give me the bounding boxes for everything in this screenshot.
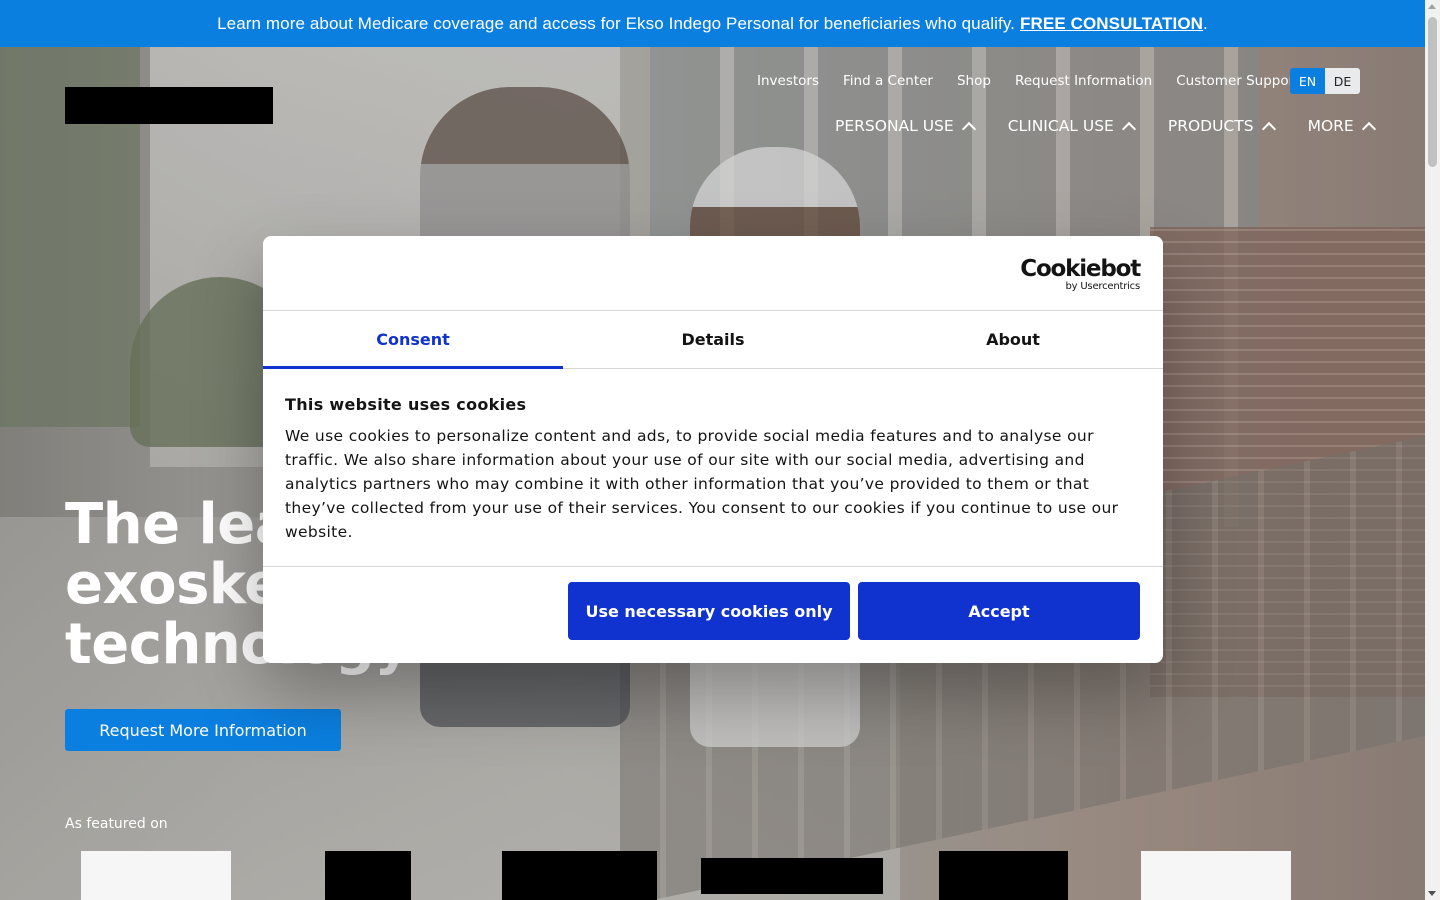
chevron-up-icon (961, 121, 976, 137)
cookiebot-brand: Cookiebot (1020, 256, 1141, 282)
accept-button[interactable]: Accept (858, 582, 1140, 640)
featured-logo (701, 858, 883, 894)
dialog-description: We use cookies to personalize content an… (285, 427, 1119, 541)
nav-more[interactable]: MORE (1307, 117, 1376, 137)
language-de-button[interactable]: DE (1325, 68, 1360, 94)
featured-logo (1141, 851, 1291, 900)
nav-personal-use[interactable]: PERSONAL USE (835, 117, 976, 137)
site-logo[interactable] (65, 87, 273, 124)
chevron-up-icon (1361, 121, 1376, 137)
featured-logo (502, 851, 657, 900)
nav-products-label: PRODUCTS (1167, 117, 1254, 135)
dialog-body: This website uses cookies We use cookies… (263, 369, 1163, 567)
free-consultation-link[interactable]: FREE CONSULTATION (1020, 14, 1203, 34)
announcement-text: Learn more about Medicare coverage and a… (217, 13, 1016, 33)
page-scrollbar[interactable] (1425, 0, 1440, 900)
featured-logo (81, 851, 231, 900)
utility-link-customer-support[interactable]: Customer Support (1176, 73, 1299, 89)
announcement-suffix: . (1203, 13, 1208, 33)
cookiebot-logo: Cookiebot by Usercentrics (1020, 256, 1141, 293)
dialog-header: Cookiebot by Usercentrics (263, 236, 1163, 311)
dialog-title: This website uses cookies (285, 395, 527, 414)
cookie-consent-dialog: Cookiebot by Usercentrics Consent Detail… (263, 236, 1163, 663)
use-necessary-cookies-button[interactable]: Use necessary cookies only (568, 582, 850, 640)
utility-nav: Investors Find a Center Shop Request Inf… (745, 70, 1311, 92)
featured-logo (325, 851, 411, 900)
chevron-up-icon (1121, 121, 1136, 137)
utility-link-investors[interactable]: Investors (757, 73, 819, 89)
tab-details[interactable]: Details (563, 311, 863, 368)
announcement-bar: Learn more about Medicare coverage and a… (0, 0, 1425, 47)
tab-consent[interactable]: Consent (263, 311, 563, 369)
featured-logo (939, 851, 1068, 900)
scroll-down-arrow-icon[interactable] (1428, 891, 1436, 896)
utility-link-find-a-center[interactable]: Find a Center (843, 73, 933, 89)
dialog-footer: Use necessary cookies only Accept (263, 567, 1163, 662)
utility-link-shop[interactable]: Shop (957, 73, 991, 89)
scroll-up-arrow-icon[interactable] (1428, 4, 1436, 9)
language-en-button[interactable]: EN (1290, 68, 1325, 94)
tab-about[interactable]: About (863, 311, 1163, 368)
nav-clinical-use[interactable]: CLINICAL USE (1007, 117, 1136, 137)
main-nav: PERSONAL USE CLINICAL USE PRODUCTS MORE (835, 114, 1376, 138)
utility-link-request-information[interactable]: Request Information (1015, 73, 1152, 89)
language-switcher: EN DE (1290, 68, 1360, 94)
cookiebot-brand-sub: by Usercentrics (1065, 281, 1140, 292)
nav-clinical-use-label: CLINICAL USE (1007, 117, 1114, 135)
scrollbar-thumb[interactable] (1428, 17, 1437, 167)
nav-products[interactable]: PRODUCTS (1167, 117, 1276, 137)
request-more-information-button[interactable]: Request More Information (65, 709, 341, 751)
as-featured-on-label: As featured on (65, 816, 168, 832)
nav-personal-use-label: PERSONAL USE (835, 117, 954, 135)
dialog-tabs: Consent Details About (263, 311, 1163, 369)
nav-more-label: MORE (1307, 117, 1354, 135)
chevron-up-icon (1261, 121, 1276, 137)
